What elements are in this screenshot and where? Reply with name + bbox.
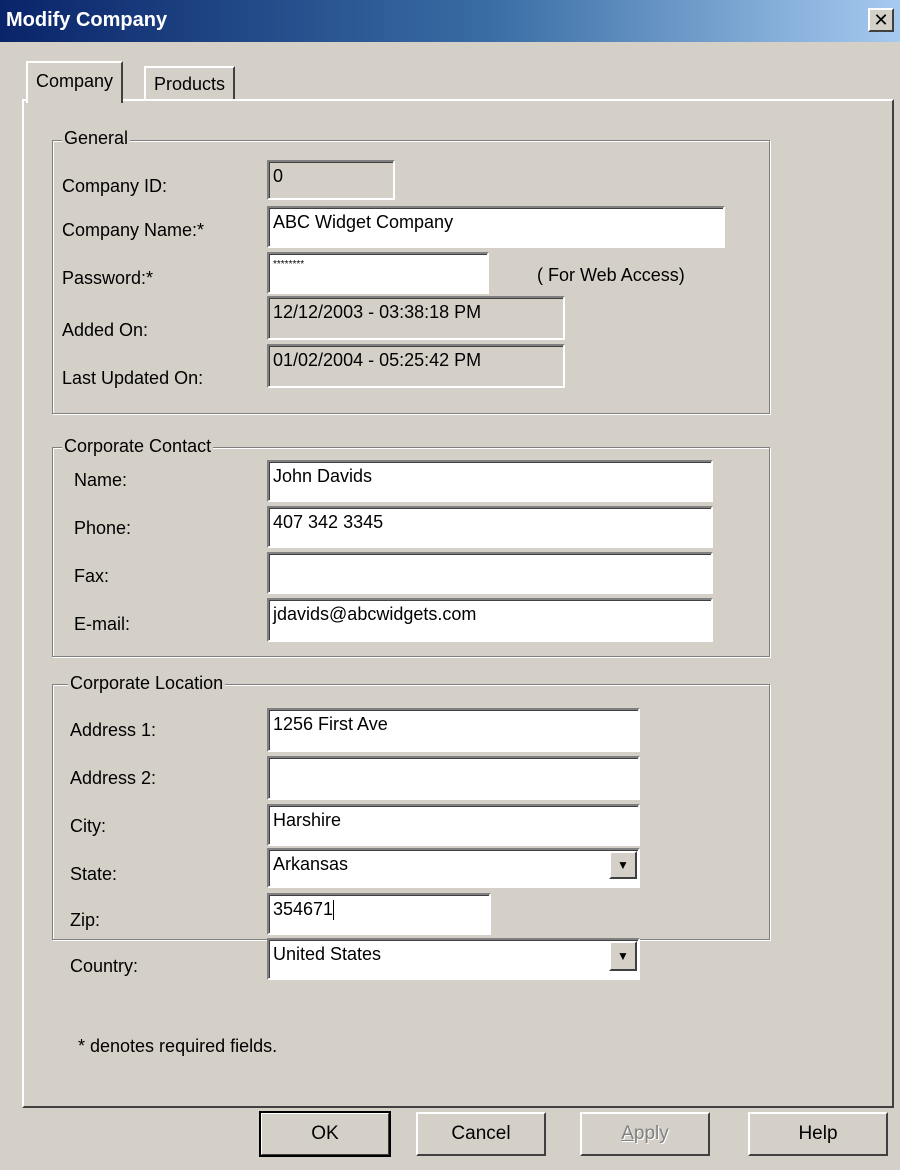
- country-select[interactable]: United States ▼: [267, 938, 640, 980]
- zip-field[interactable]: 354671: [267, 893, 491, 935]
- contact-fax-field[interactable]: [267, 552, 713, 594]
- city-field[interactable]: Harshire: [267, 804, 640, 846]
- country-label: Country:: [70, 956, 139, 976]
- required-fields-note: * denotes required fields.: [78, 1036, 278, 1056]
- zip-label: Zip:: [70, 910, 101, 930]
- ok-button[interactable]: OK: [259, 1111, 391, 1157]
- country-select-value: United States: [273, 944, 382, 964]
- apply-button[interactable]: Apply: [580, 1112, 710, 1156]
- contact-name-label: Name:: [74, 470, 128, 490]
- tab-products[interactable]: Products: [144, 66, 236, 100]
- password-label: Password:*: [62, 268, 154, 288]
- contact-phone-label: Phone:: [74, 518, 132, 538]
- group-contact-legend: Corporate Contact: [62, 436, 214, 457]
- last-updated-label: Last Updated On:: [62, 368, 204, 388]
- zip-field-value: 354671: [273, 899, 334, 919]
- title-bar[interactable]: Modify Company ✕: [0, 0, 900, 42]
- help-button[interactable]: Help: [748, 1112, 888, 1156]
- close-icon[interactable]: ✕: [868, 8, 894, 32]
- tab-products-label: Products: [154, 74, 226, 94]
- company-name-field[interactable]: ABC Widget Company: [267, 206, 725, 248]
- state-select-value: Arkansas: [273, 854, 349, 874]
- tab-company-label: Company: [36, 71, 114, 91]
- contact-email-label: E-mail:: [74, 614, 131, 634]
- state-label: State:: [70, 864, 118, 884]
- contact-phone-field[interactable]: 407 342 3345: [267, 506, 713, 548]
- address2-label: Address 2:: [70, 768, 157, 788]
- address1-label: Address 1:: [70, 720, 157, 740]
- company-name-label: Company Name:*: [62, 220, 205, 240]
- address1-field[interactable]: 1256 First Ave: [267, 708, 640, 752]
- contact-email-field[interactable]: jdavids@abcwidgets.com: [267, 598, 713, 642]
- company-id-label: Company ID:: [62, 176, 168, 196]
- address2-field[interactable]: [267, 756, 640, 800]
- cancel-button[interactable]: Cancel: [416, 1112, 546, 1156]
- tab-company[interactable]: Company: [26, 61, 124, 103]
- group-location-legend: Corporate Location: [68, 673, 226, 694]
- contact-name-field[interactable]: John Davids: [267, 460, 713, 502]
- added-on-field: 12/12/2003 - 03:38:18 PM: [267, 296, 565, 340]
- group-general-legend: General: [62, 128, 131, 149]
- password-hint: ( For Web Access): [537, 265, 685, 285]
- text-caret: [333, 900, 335, 921]
- city-label: City:: [70, 816, 106, 836]
- company-id-field: 0: [267, 160, 395, 200]
- password-field[interactable]: ********: [267, 252, 489, 294]
- chevron-down-icon[interactable]: ▼: [609, 941, 637, 971]
- added-on-label: Added On:: [62, 320, 149, 340]
- window-title: Modify Company: [6, 9, 168, 31]
- last-updated-field: 01/02/2004 - 05:25:42 PM: [267, 344, 565, 388]
- contact-fax-label: Fax:: [74, 566, 110, 586]
- state-select[interactable]: Arkansas ▼: [267, 848, 640, 888]
- chevron-down-icon[interactable]: ▼: [609, 851, 637, 879]
